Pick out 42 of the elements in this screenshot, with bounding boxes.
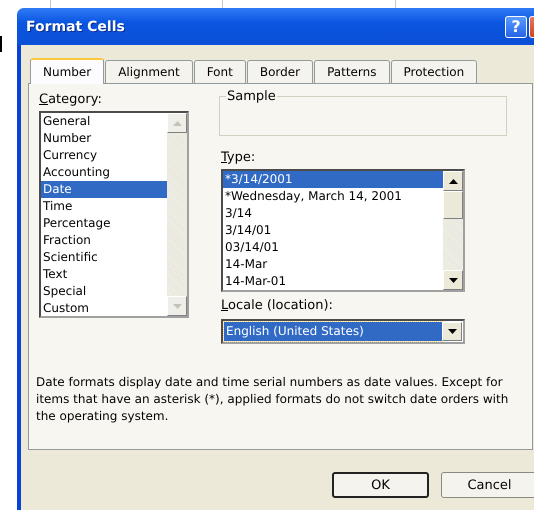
category-item[interactable]: Currency — [41, 147, 168, 164]
category-item[interactable]: Number — [41, 130, 168, 147]
locale-dropdown[interactable]: English (United States) — [221, 319, 465, 344]
category-item[interactable]: Percentage — [41, 215, 168, 232]
type-item[interactable]: 3/14 — [223, 205, 443, 222]
category-item[interactable]: Special — [41, 283, 168, 300]
type-item[interactable]: 14-Mar-01 — [223, 273, 443, 290]
tab[interactable]: Alignment — [105, 60, 193, 83]
type-list[interactable]: *3/14/2001 *Wednesday, March 14, 2001 3/14 3/14/01 03/14/01 14-Mar 14-Mar-01 — [221, 169, 465, 292]
help-button[interactable]: ? — [505, 16, 527, 38]
category-list[interactable]: General Number Currency Accounting Date Time Percentage Fraction Scientific Text Special Custom — [39, 111, 189, 318]
description-text: Date formats display date and time serial numbers as date values. Except for items that have an asterisk (*), applied formats do not switch date orders with the operating system. — [36, 374, 510, 425]
category-item[interactable]: General — [41, 113, 168, 130]
type-item[interactable]: *Wednesday, March 14, 2001 — [223, 188, 443, 205]
type-item[interactable]: 03/14/01 — [223, 239, 443, 256]
tab[interactable]: Border — [246, 60, 314, 83]
category-item[interactable]: Fraction — [41, 232, 168, 249]
down-arrow-icon[interactable] — [448, 278, 458, 282]
type-label: Type: — [221, 150, 256, 165]
type-item[interactable]: *3/14/2001 — [223, 171, 443, 188]
scrollbar[interactable] — [443, 171, 463, 290]
sample-label: Sample — [226, 89, 277, 104]
up-arrow-icon[interactable] — [448, 178, 458, 184]
scrollbar-thumb[interactable] — [443, 191, 463, 219]
dropdown-arrow-icon[interactable] — [448, 329, 456, 334]
category-item[interactable]: Custom — [41, 300, 168, 317]
window-title: Format Cells — [26, 18, 126, 34]
locale-label: Locale (location): — [221, 298, 334, 313]
type-item[interactable]: 14-Mar — [223, 256, 443, 273]
tab[interactable]: Patterns — [314, 60, 390, 83]
category-item[interactable]: Scientific — [41, 249, 168, 266]
tab[interactable]: Number — [30, 58, 104, 84]
category-item[interactable]: Time — [41, 198, 168, 215]
category-item[interactable]: Date — [41, 181, 168, 198]
type-item[interactable]: 3/14/01 — [223, 222, 443, 239]
category-item[interactable]: Text — [41, 266, 168, 283]
category-label: Category: — [39, 92, 103, 107]
dialog-button[interactable]: OK — [332, 472, 429, 498]
category-item[interactable]: Accounting — [41, 164, 168, 181]
dialog-button[interactable]: Cancel — [441, 472, 534, 498]
tab[interactable]: Protection — [390, 60, 478, 83]
tab[interactable]: Font — [194, 60, 246, 83]
